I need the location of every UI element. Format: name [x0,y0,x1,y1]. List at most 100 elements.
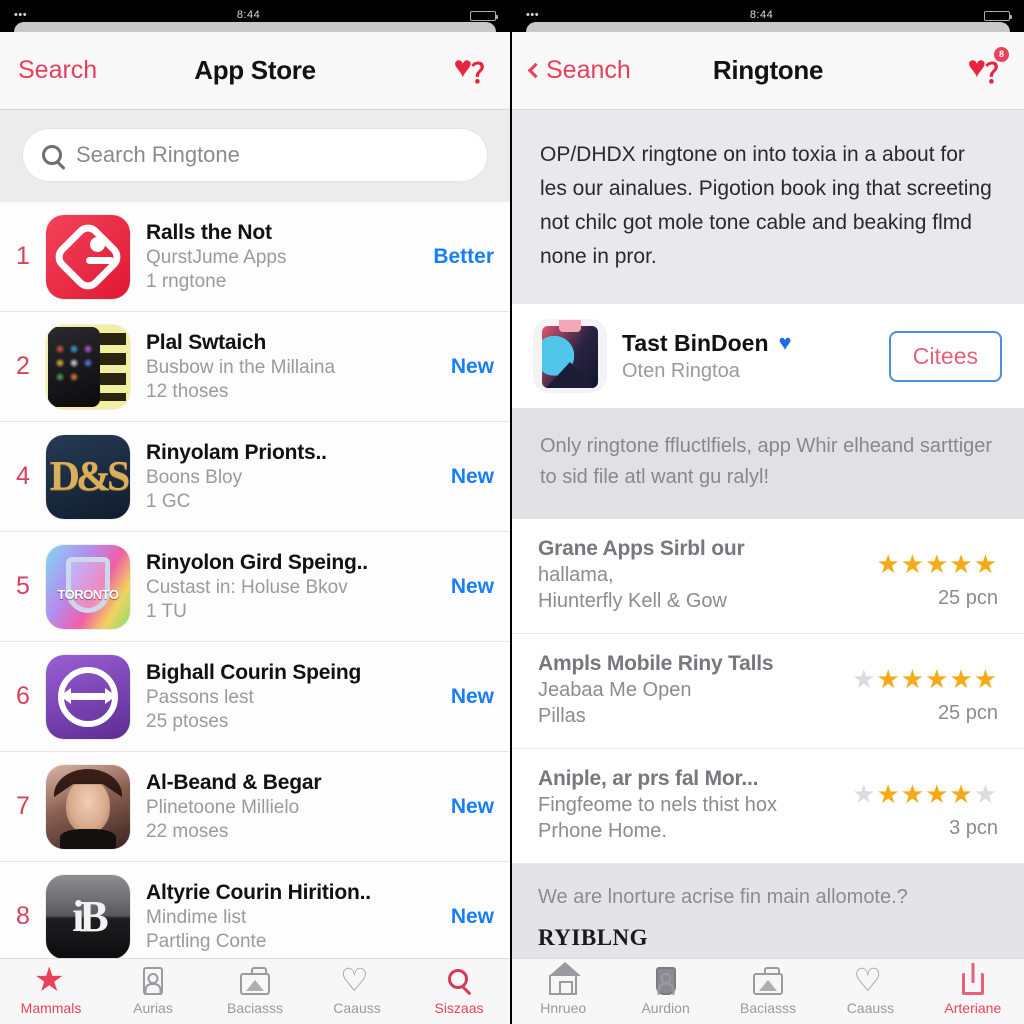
app-action-button[interactable]: Better [402,245,494,269]
review-text: Grane Apps Sirbl our hallama, Hiunterfly… [538,537,862,613]
review-line-1: Fingfeome to nels thist hox [538,794,778,817]
tab-arteriane[interactable]: Arteriane [922,965,1024,1016]
app-action-button[interactable]: New [402,575,494,599]
star-rating: ★★★★★★ [852,664,998,695]
tab-mammals[interactable]: ★ Mammals [0,963,102,1016]
footnote-block: We are lnorture acrise fin main allomote… [512,864,1024,970]
table-row[interactable]: 1 Ralls the Not QurstJume Apps 1 rngtone… [0,202,510,312]
search-icon [442,965,476,997]
tab-siszaas[interactable]: Siszaas [408,965,510,1016]
note-text: Only ringtone ffluctlfiels, app Whir elh… [512,409,1024,520]
rank-number: 2 [16,352,30,380]
list-item[interactable]: Ampls Mobile Riny Talls Jeabaa Me Open P… [512,634,1024,750]
app-title: Altyrie Courin Hirition.. [146,880,371,904]
table-row[interactable]: 6 Bighall Courin Speing Passons lest 25 … [0,642,510,752]
review-title: Ampls Mobile Riny Talls [538,652,774,676]
tab-aurdion[interactable]: Aurdion [614,965,716,1016]
app-action-button[interactable]: New [402,355,494,379]
app-meta: Altyrie Courin Hirition.. Mindime list P… [130,881,402,953]
heart-icon: ♡ [340,962,369,998]
rank-number: 6 [16,682,30,710]
app-title: Ralls the Not [146,220,272,244]
heart-filter-button-right[interactable]: ♥？ 8 [966,46,1012,93]
table-row[interactable]: 4 D&S Rinyolam Prionts.. Boons Bloy 1 GC… [0,422,510,532]
tab-label: Caauss [333,1000,381,1016]
back-button-left[interactable]: Search [18,56,97,85]
heart-filter-icon: ♥？ 8 [966,46,1012,93]
table-row[interactable]: 8 iB Altyrie Courin Hirition.. Mindime l… [0,862,510,972]
app-meta-line: 1 rngtone [146,270,227,292]
tab-baciasss[interactable]: Baciasss [204,965,306,1016]
app-developer: Passons lest [146,686,254,708]
heart-filter-button-left[interactable]: ♥？ [452,49,498,93]
tab-label: Aurdion [641,1000,690,1016]
promo-card[interactable]: Tast BinDoen ♥ Oten Ringtoa Citees [512,304,1024,410]
ranked-app-list: 1 Ralls the Not QurstJume Apps 1 rngtone… [0,202,510,972]
citees-button[interactable]: Citees [888,330,1002,382]
tab-bar-left: ★ Mammals Aurias Baciasss ♡ Caauss Sisza… [0,958,510,1024]
back-button-right[interactable]: Seanch [527,56,631,85]
app-developer: Custast in: Holuse Bkov [146,576,348,598]
heart-filter-icon: ♥？ [453,50,498,89]
app-developer: Mindime list [146,906,247,928]
app-meta: Plal Swtaich Busbow in the Millaina 12 t… [130,331,402,403]
tab-baciasss[interactable]: Baciasss [717,965,819,1016]
card-lip-right [526,22,1010,32]
app-meta: Rinyolam Prionts.. Boons Bloy 1 GC [130,441,402,513]
app-meta-line: 1 TU [146,600,187,622]
promo-title: Tast BinDoen [622,329,769,356]
promo-subtitle: Oten Ringtoa [622,359,740,382]
app-meta: Bighall Courin Speing Passons lest 25 pt… [130,661,402,733]
promo-meta: Tast BinDoen ♥ Oten Ringtoa [622,330,873,383]
list-item[interactable]: Aniple, ar prs fal Mor... Fingfeome to n… [512,749,1024,865]
briefcase-photo-icon [238,965,272,997]
app-action-button[interactable]: New [402,795,494,819]
tab-bar-right: Hnrueo Aurdion Baciasss ♡ Caauss Arteria… [512,958,1024,1024]
app-action-button[interactable]: New [402,905,494,929]
status-signal: ••• [526,9,540,21]
navbar-left: Search App Store ♥？ [0,32,510,110]
app-developer: Boons Bloy [146,466,243,488]
tab-aurias[interactable]: Aurias [102,965,204,1016]
right-phone-screen: ••• 8:44 Seanch Ringtone ♥？ 8 OP/DHDX ri… [512,0,1024,1024]
table-row[interactable]: 5 TORONTO Rinyolon Gird Speing.. Custast… [0,532,510,642]
review-line-1: hallama, [538,564,614,587]
review-count: 3 pcn [949,817,998,840]
rank-number: 1 [16,242,30,270]
app-meta-line: 22 moses [146,820,229,842]
review-text: Ampls Mobile Riny Talls Jeabaa Me Open P… [538,652,838,728]
description-text: OP/DHDX ringtone on into toxia in a abou… [512,110,1024,305]
app-title: Rinyolon Gird Speing.. [146,550,368,574]
search-icon [42,145,62,165]
dvs-monogram-icon: D&S [46,434,130,519]
chevron-left-icon [527,62,544,79]
tab-caauss[interactable]: ♡ Caauss [819,964,921,1016]
app-meta: Ralls the Not QurstJume Apps 1 rngtone [130,221,402,293]
search-area: Search Ringtone [0,110,510,202]
tab-label: Siszaas [434,1000,484,1016]
status-clock: 8:44 [236,9,261,21]
tab-hnrueo[interactable]: Hnrueo [512,962,614,1016]
ringtone-badge-icon [46,214,130,299]
status-signal: ••• [14,9,28,21]
review-line-1: Jeabaa Me Open [538,679,692,702]
tab-label: Baciasss [226,1000,284,1016]
app-meta: Rinyolon Gird Speing.. Custast in: Holus… [130,551,402,623]
tab-caauss[interactable]: ♡ Caauss [306,962,408,1016]
tab-label: Mammals [20,1000,82,1016]
tab-label: Hnrueo [540,1000,587,1016]
review-text: Aniple, ar prs fal Mor... Fingfeome to n… [538,767,838,843]
search-input[interactable]: Search Ringtone [22,128,488,182]
app-action-button[interactable]: New [402,465,494,489]
table-row[interactable]: 7 Al-Beand & Begar Plinetoone Millielo 2… [0,752,510,862]
review-rating-block: ★★★★★ 25 pcn [862,537,998,610]
star-rating: ★★★★★★ [852,779,998,810]
app-action-button[interactable]: New [402,685,494,709]
rank-number: 4 [16,462,30,490]
upload-icon [956,965,990,997]
tab-label: Baciasss [740,1000,797,1016]
status-battery [983,11,1012,21]
double-arrow-icon [46,654,130,739]
list-item[interactable]: Grane Apps Sirbl our hallama, Hiunterfly… [512,519,1024,635]
table-row[interactable]: 2 Plal Swtaich Busbow in the Millaina 12… [0,312,510,422]
